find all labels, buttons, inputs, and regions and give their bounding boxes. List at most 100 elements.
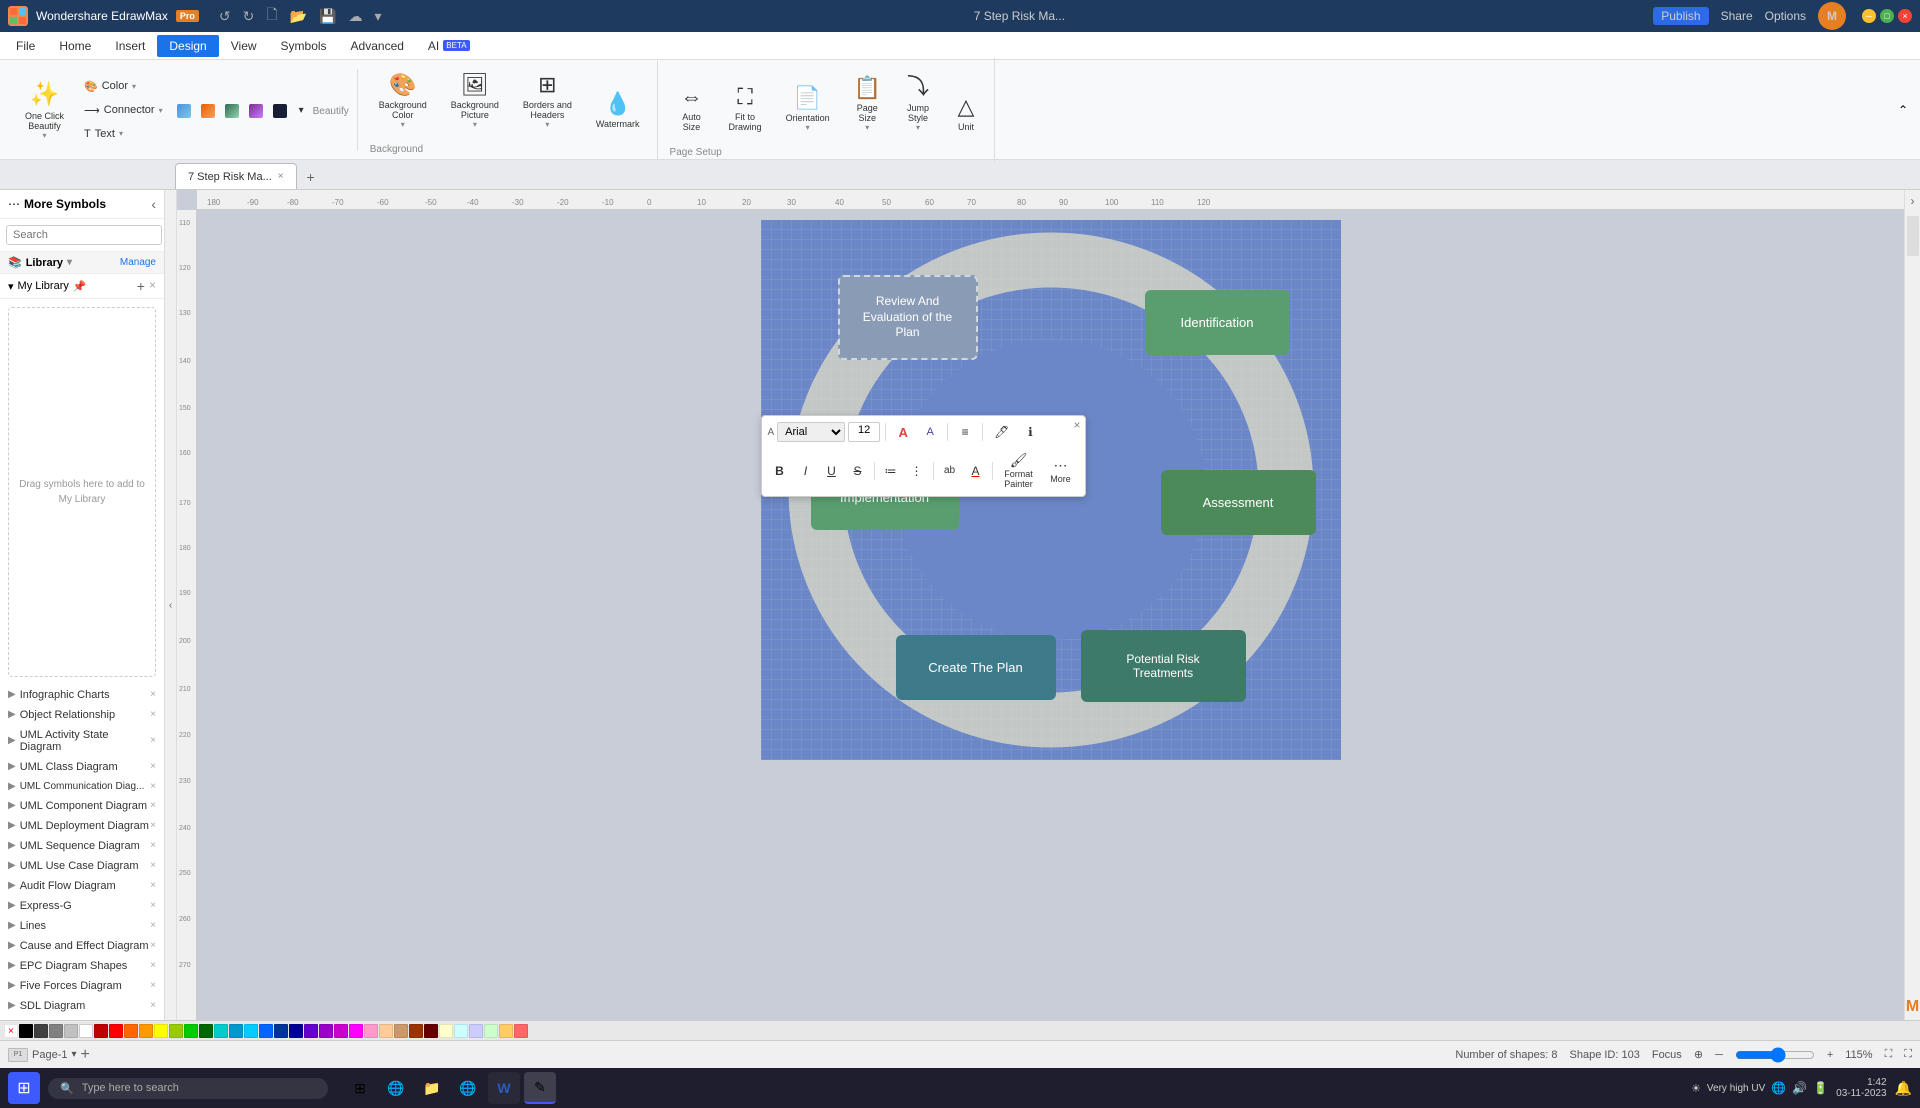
- color-light-blue[interactable]: [244, 1024, 258, 1038]
- ribbon-collapse[interactable]: ⌃: [1894, 99, 1912, 121]
- beautify-dropdown[interactable]: ▾: [43, 131, 47, 140]
- ordered-list-button[interactable]: ≔: [879, 459, 903, 483]
- color-red[interactable]: [109, 1024, 123, 1038]
- fit-screen-button[interactable]: ⛶: [1885, 1048, 1893, 1061]
- manage-button[interactable]: Manage: [120, 257, 156, 268]
- color-yellow[interactable]: [154, 1024, 168, 1038]
- new-button[interactable]: 🗋: [262, 2, 281, 30]
- publish-button[interactable]: Publish: [1653, 7, 1708, 25]
- theme-btn-3[interactable]: [222, 101, 242, 121]
- shape-identification[interactable]: Identification: [1145, 290, 1290, 355]
- remove-object-icon[interactable]: ×: [150, 709, 156, 720]
- options-button[interactable]: Options: [1765, 9, 1806, 23]
- format-painter-button[interactable]: 🖌 FormatPainter: [997, 449, 1041, 492]
- sidebar-item-audit-flow[interactable]: ▶Audit Flow Diagram ×: [0, 876, 164, 896]
- remove-infographic-icon[interactable]: ×: [150, 689, 156, 700]
- sidebar-item-object-relationship[interactable]: ▶Object Relationship ×: [0, 705, 164, 725]
- add-page-button[interactable]: +: [81, 1046, 90, 1064]
- notification-icon[interactable]: 🔔: [1895, 1080, 1912, 1097]
- color-cream[interactable]: [439, 1024, 453, 1038]
- system-clock[interactable]: 1:42 03-11-2023: [1836, 1077, 1886, 1099]
- sidebar-item-uml-deployment[interactable]: ▶UML Deployment Diagram ×: [0, 816, 164, 836]
- color-gray[interactable]: [49, 1024, 63, 1038]
- color-white[interactable]: [79, 1024, 93, 1038]
- more-button[interactable]: ⋯ More: [1043, 454, 1079, 487]
- color-maroon[interactable]: [424, 1024, 438, 1038]
- color-orange-red[interactable]: [124, 1024, 138, 1038]
- start-button[interactable]: ⊞: [8, 1072, 40, 1104]
- toolbar-close-icon[interactable]: ×: [1073, 418, 1080, 432]
- taskbar-explorer[interactable]: 📁: [416, 1072, 448, 1104]
- share-button[interactable]: Share: [1721, 9, 1753, 23]
- page-dropdown[interactable]: ▾: [71, 1049, 76, 1060]
- color-brown[interactable]: [409, 1024, 423, 1038]
- menu-design[interactable]: Design: [157, 35, 218, 57]
- color-orange[interactable]: [139, 1024, 153, 1038]
- sidebar-item-uml-component[interactable]: ▶UML Component Diagram ×: [0, 796, 164, 816]
- remove-uml-class-icon[interactable]: ×: [150, 761, 156, 772]
- close-library-button[interactable]: ×: [149, 278, 156, 294]
- right-panel-toggle[interactable]: ›: [1911, 194, 1915, 208]
- color-light-cyan[interactable]: [454, 1024, 468, 1038]
- color-lavender[interactable]: [469, 1024, 483, 1038]
- cloud-button[interactable]: ☁: [344, 6, 366, 27]
- color-dark-blue[interactable]: [274, 1024, 288, 1038]
- info-icon[interactable]: ℹ: [1018, 420, 1042, 444]
- tab-close[interactable]: ×: [278, 171, 284, 182]
- color-red-dark[interactable]: [94, 1024, 108, 1038]
- color-navy[interactable]: [289, 1024, 303, 1038]
- color-dark-gray[interactable]: [34, 1024, 48, 1038]
- remove-audit-icon[interactable]: ×: [150, 880, 156, 891]
- right-panel-btn-1[interactable]: [1907, 216, 1919, 256]
- menu-advanced[interactable]: Advanced: [339, 35, 416, 57]
- add-library-button[interactable]: +: [137, 278, 145, 294]
- sidebar-item-five-forces[interactable]: ▶Five Forces Diagram ×: [0, 976, 164, 996]
- paint-icon[interactable]: 🖊: [988, 420, 1015, 444]
- taskbar-search[interactable]: 🔍 Type here to search: [48, 1078, 328, 1099]
- color-button[interactable]: 🎨 Color ▾: [77, 76, 170, 97]
- taskbar-edge[interactable]: 🌐: [380, 1072, 412, 1104]
- color-teal[interactable]: [214, 1024, 228, 1038]
- color-violet[interactable]: [319, 1024, 333, 1038]
- volume-icon[interactable]: 🔊: [1792, 1081, 1807, 1095]
- zoom-slider[interactable]: [1735, 1047, 1815, 1063]
- unit-button[interactable]: △ Unit: [946, 87, 986, 139]
- user-avatar[interactable]: M: [1818, 2, 1846, 30]
- menu-home[interactable]: Home: [47, 35, 103, 57]
- sidebar-item-uml-class[interactable]: ▶UML Class Diagram ×: [0, 757, 164, 777]
- font-shrink-icon[interactable]: A: [918, 420, 942, 444]
- taskbar-chrome[interactable]: 🌐: [452, 1072, 484, 1104]
- color-light-gray[interactable]: [64, 1024, 78, 1038]
- jump-style-button[interactable]: ⤵ JumpStyle ▾: [896, 62, 940, 139]
- remove-express-icon[interactable]: ×: [150, 900, 156, 911]
- background-picture-button[interactable]: 🖼 BackgroundPicture ▾: [442, 65, 508, 136]
- sidebar-item-cause-effect[interactable]: ▶Cause and Effect Diagram ×: [0, 936, 164, 956]
- menu-symbols[interactable]: Symbols: [269, 35, 339, 57]
- orientation-button[interactable]: 📄 Orientation ▾: [777, 78, 839, 139]
- color-black[interactable]: [19, 1024, 33, 1038]
- taskbar-word[interactable]: W: [488, 1072, 520, 1104]
- taskbar-taskview[interactable]: ⊞: [344, 1072, 376, 1104]
- fit-drawing-button[interactable]: ⛶ Fit toDrawing: [720, 77, 771, 139]
- page-size-button[interactable]: 📋 PageSize ▾: [845, 68, 890, 139]
- sidebar-collapse-btn[interactable]: ‹: [151, 196, 156, 212]
- align-icon[interactable]: ≡: [953, 420, 977, 444]
- sidebar-item-epc[interactable]: ▶EPC Diagram Shapes ×: [0, 956, 164, 976]
- theme-btn-1[interactable]: [174, 101, 194, 121]
- sidebar-item-uml-usecase[interactable]: ▶UML Use Case Diagram ×: [0, 856, 164, 876]
- search-input[interactable]: [6, 225, 162, 245]
- my-library-label[interactable]: ▾ My Library 📌: [8, 280, 87, 293]
- text-button[interactable]: T Text ▾: [77, 124, 170, 144]
- taskbar-edraw[interactable]: ✎: [524, 1072, 556, 1104]
- font-size-input[interactable]: 12: [848, 422, 880, 442]
- color-magenta[interactable]: [334, 1024, 348, 1038]
- sidebar-item-infographic[interactable]: ▶Infographic Charts ×: [0, 685, 164, 705]
- one-click-beautify-button[interactable]: ✨ One ClickBeautify ▾: [16, 73, 73, 147]
- color-none[interactable]: ✕: [4, 1024, 18, 1038]
- remove-uml-dep-icon[interactable]: ×: [150, 820, 156, 831]
- canvas-scroll[interactable]: Review AndEvaluation of thePlan Identifi…: [197, 210, 1904, 1020]
- save-button[interactable]: 💾: [315, 6, 340, 27]
- sidebar-item-lines[interactable]: ▶Lines ×: [0, 916, 164, 936]
- color-pink[interactable]: [349, 1024, 363, 1038]
- color-cyan[interactable]: [229, 1024, 243, 1038]
